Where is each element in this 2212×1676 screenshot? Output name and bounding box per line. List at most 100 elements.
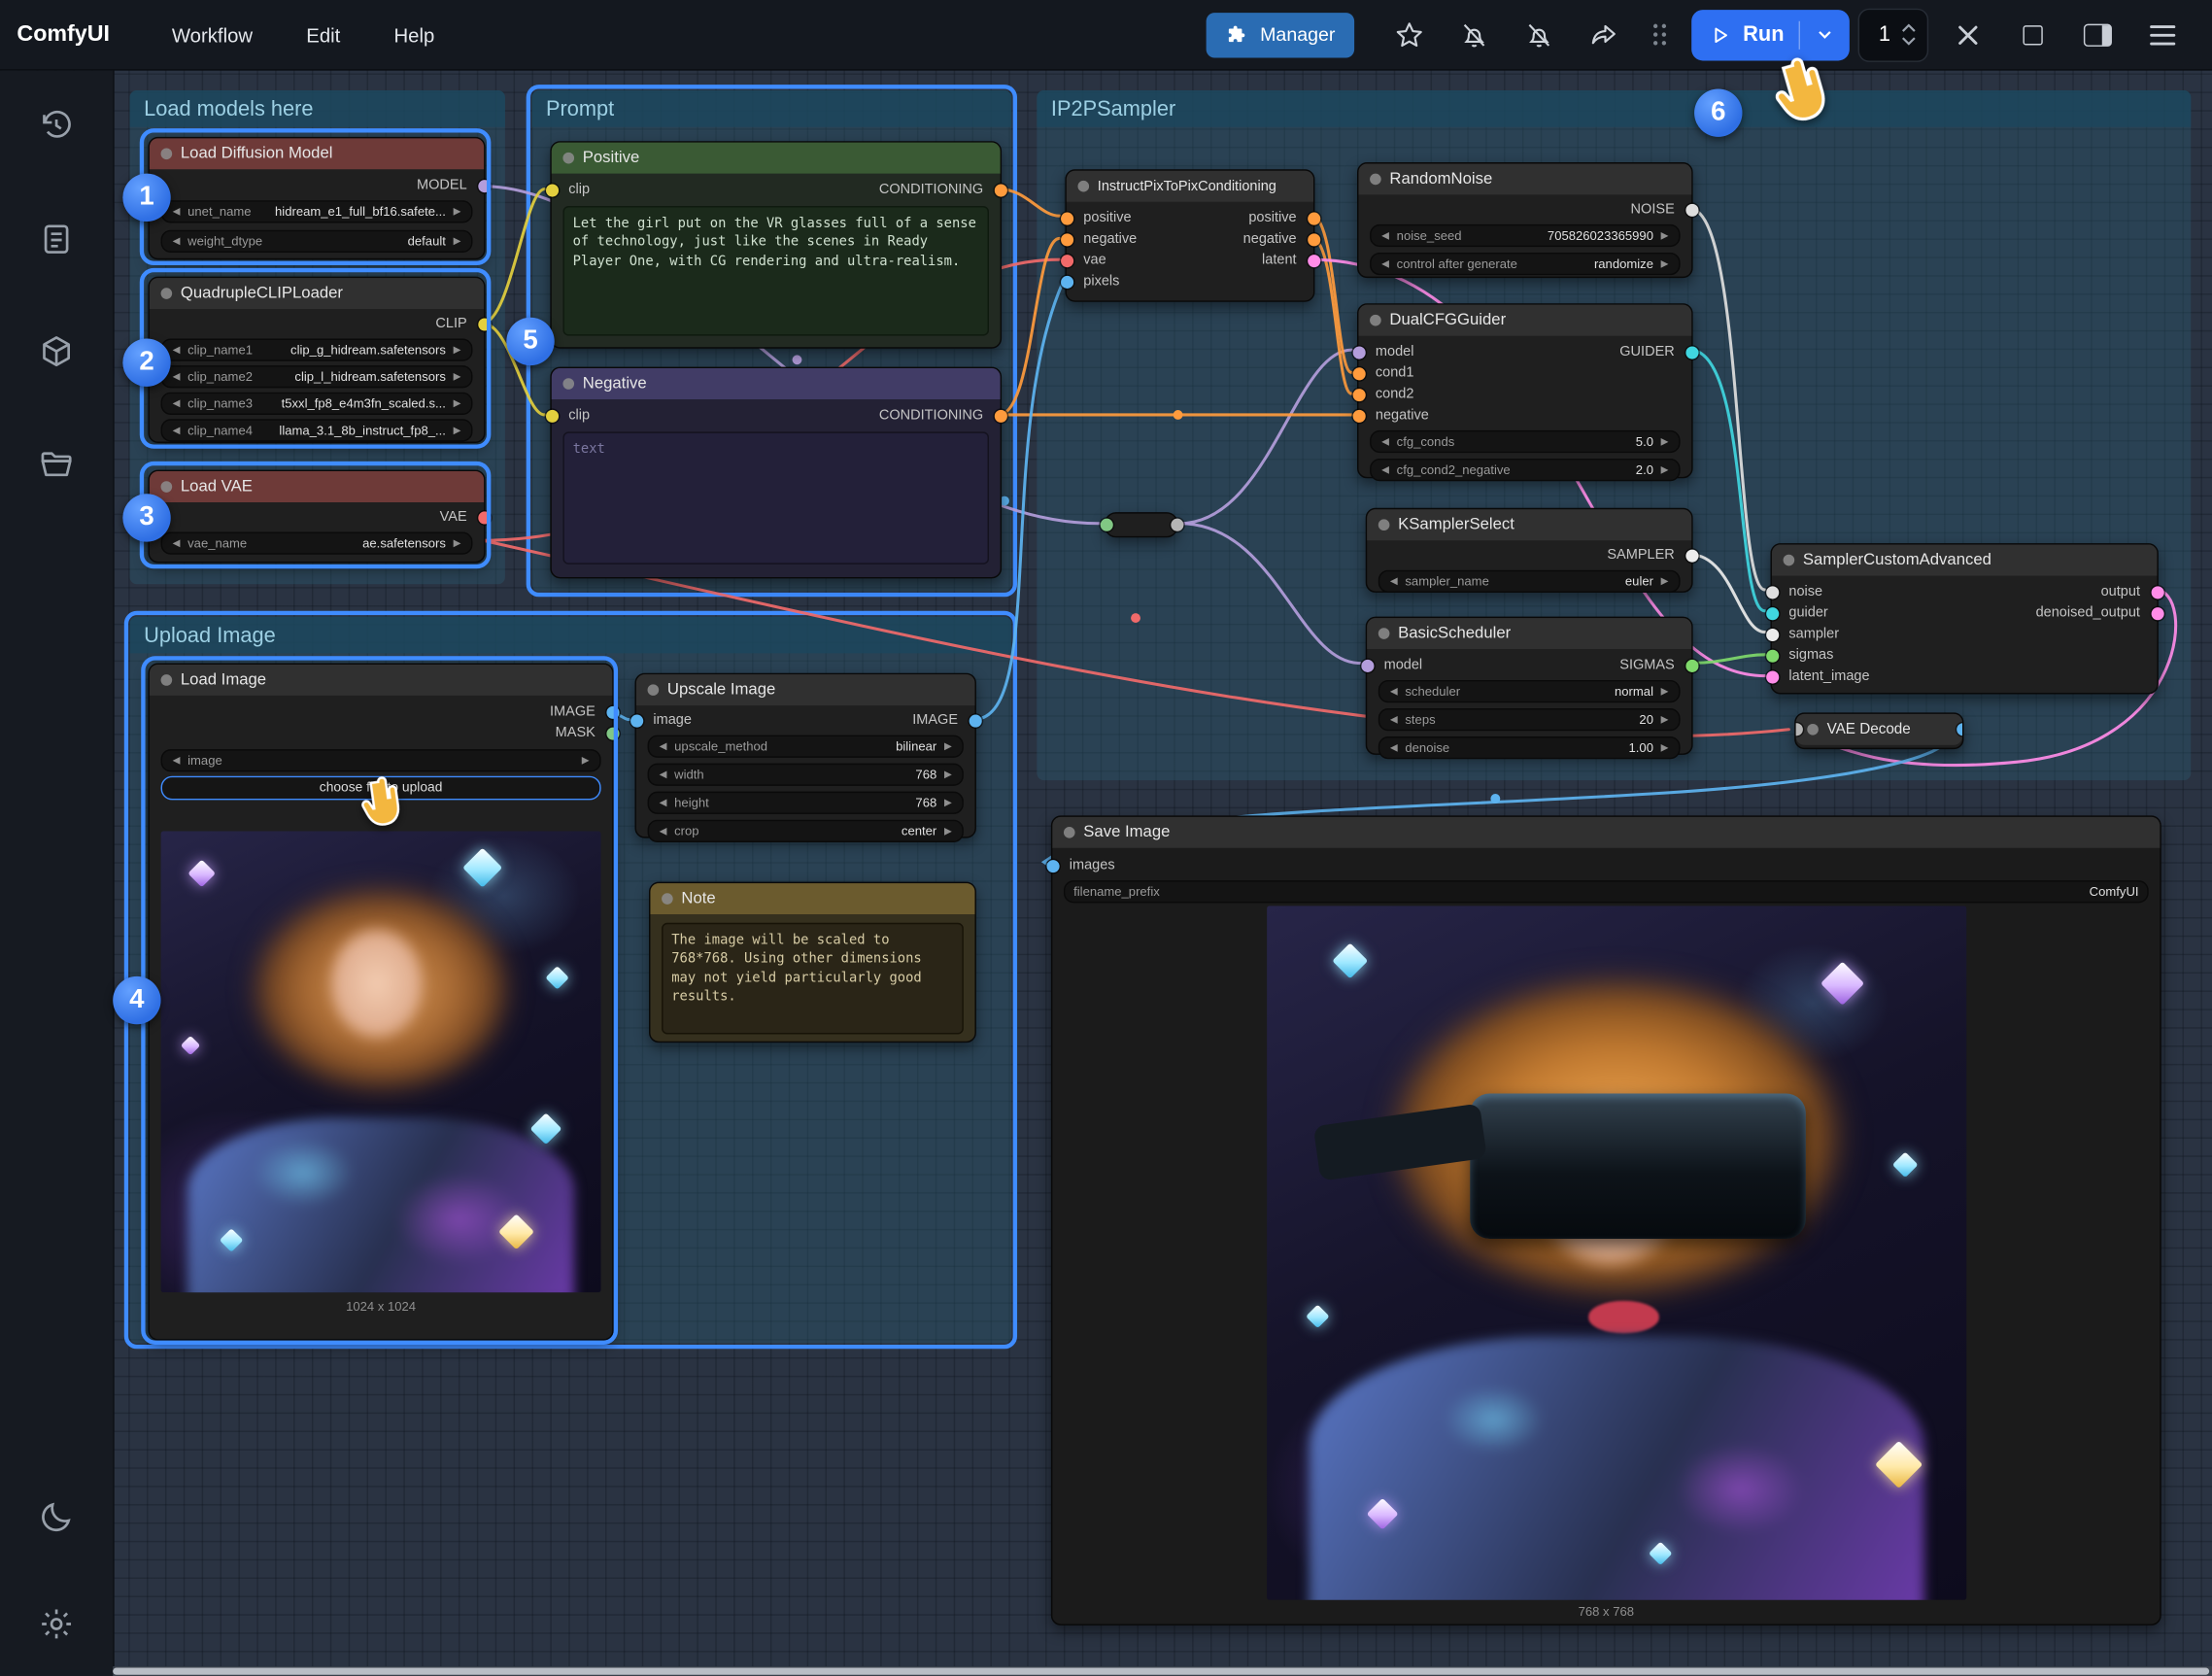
input-port-images[interactable] bbox=[1046, 859, 1059, 872]
grip-dots-icon[interactable] bbox=[1654, 24, 1667, 46]
next-arrow-icon[interactable] bbox=[1659, 254, 1671, 273]
node-header[interactable]: Negative bbox=[552, 368, 1001, 399]
bell-off-icon[interactable] bbox=[1523, 17, 1557, 51]
prev-arrow-icon[interactable] bbox=[1379, 254, 1391, 273]
node-load-vae[interactable]: Load VAE VAE vae_name ae.safetensors bbox=[148, 470, 485, 564]
input-port-model[interactable] bbox=[1352, 346, 1365, 359]
input-port-cond1[interactable] bbox=[1352, 367, 1365, 380]
folder-icon[interactable] bbox=[35, 443, 78, 486]
node-canvas[interactable]: Load models here Prompt Upload Image IP2… bbox=[0, 0, 2212, 1676]
menu-edit[interactable]: Edit bbox=[306, 23, 340, 46]
collapse-dot-icon[interactable] bbox=[1077, 181, 1089, 192]
node-ksampler-select[interactable]: KSamplerSelect SAMPLER sampler_name eule… bbox=[1366, 508, 1693, 593]
prev-arrow-icon[interactable] bbox=[658, 765, 669, 784]
collapse-dot-icon[interactable] bbox=[161, 481, 173, 493]
node-header[interactable]: Note bbox=[650, 883, 974, 914]
widget-scheduler[interactable]: scheduler normal bbox=[1378, 680, 1681, 702]
prompt-textarea[interactable]: Let the girl put on the VR glasses full … bbox=[562, 206, 989, 336]
widget-cfg-cond2-negative[interactable]: cfg_cond2_negative 2.0 bbox=[1370, 459, 1680, 481]
node-upscale-image[interactable]: Upscale Image image IMAGE upscale_method… bbox=[634, 673, 975, 838]
widget-clip-name1[interactable]: clip_name1 clip_g_hidream.safetensors bbox=[161, 339, 473, 361]
input-port-clip[interactable] bbox=[545, 409, 558, 422]
output-port-noise[interactable] bbox=[1685, 203, 1698, 216]
prev-arrow-icon[interactable] bbox=[1388, 709, 1400, 729]
node-header[interactable]: Load Image bbox=[150, 665, 612, 696]
node-header[interactable]: BasicScheduler bbox=[1367, 618, 1691, 649]
output-port-guider[interactable] bbox=[1685, 346, 1698, 359]
input-port-negative[interactable] bbox=[1352, 409, 1365, 422]
bell-off-icon[interactable] bbox=[1458, 17, 1492, 51]
share-icon[interactable] bbox=[1587, 17, 1621, 51]
widget-clip-name4[interactable]: clip_name4 llama_3.1_8b_instruct_fp8_... bbox=[161, 419, 473, 441]
next-arrow-icon[interactable] bbox=[1659, 571, 1671, 591]
node-positive-prompt[interactable]: Positive clip CONDITIONING Let the girl … bbox=[550, 141, 1002, 348]
input-port-positive[interactable] bbox=[1060, 212, 1072, 224]
collapse-dot-icon[interactable] bbox=[161, 148, 173, 159]
collapse-dot-icon[interactable] bbox=[1807, 724, 1819, 735]
prev-arrow-icon[interactable] bbox=[171, 367, 183, 387]
widget-height[interactable]: height 768 bbox=[648, 792, 964, 814]
group-title[interactable]: IP2PSampler bbox=[1037, 90, 2191, 127]
queue-count-box[interactable]: 1 bbox=[1857, 8, 1928, 61]
node-header[interactable]: Load Diffusion Model bbox=[150, 138, 484, 169]
collapse-dot-icon[interactable] bbox=[1064, 827, 1075, 838]
settings-gear-icon[interactable] bbox=[35, 1603, 78, 1646]
prev-arrow-icon[interactable] bbox=[171, 751, 183, 770]
collapse-dot-icon[interactable] bbox=[161, 674, 173, 686]
widget-steps[interactable]: steps 20 bbox=[1378, 708, 1681, 731]
chevron-down-icon[interactable] bbox=[1814, 24, 1835, 46]
node-vae-decode[interactable]: VAE Decode bbox=[1794, 712, 1963, 749]
input-port-noise[interactable] bbox=[1765, 586, 1778, 599]
node-basic-scheduler[interactable]: BasicScheduler model SIGMAS scheduler no… bbox=[1366, 617, 1693, 755]
next-arrow-icon[interactable] bbox=[452, 202, 463, 222]
widget-clip-name2[interactable]: clip_name2 clip_l_hidream.safetensors bbox=[161, 365, 473, 388]
node-header[interactable]: Load VAE bbox=[150, 471, 484, 502]
node-note[interactable]: Note The image will be scaled to 768*768… bbox=[649, 882, 976, 1043]
collapse-dot-icon[interactable] bbox=[562, 153, 574, 164]
next-arrow-icon[interactable] bbox=[1659, 709, 1671, 729]
next-arrow-icon[interactable] bbox=[942, 736, 954, 756]
panel-right-icon[interactable] bbox=[2081, 17, 2115, 51]
input-port-latent-image[interactable] bbox=[1765, 670, 1778, 683]
output-port-output[interactable] bbox=[2151, 586, 2163, 599]
widget-unet-name[interactable]: unet_name hidream_e1_full_bf16.safete... bbox=[161, 200, 473, 222]
node-header[interactable]: Positive bbox=[552, 143, 1001, 174]
next-arrow-icon[interactable] bbox=[942, 765, 954, 784]
prev-arrow-icon[interactable] bbox=[1388, 571, 1400, 591]
widget-control-after-generate[interactable]: control after generate randomize bbox=[1370, 253, 1680, 275]
next-arrow-icon[interactable] bbox=[452, 340, 463, 359]
widget-vae-name[interactable]: vae_name ae.safetensors bbox=[161, 531, 473, 554]
input-port-sampler[interactable] bbox=[1765, 628, 1778, 640]
group-title[interactable]: Prompt bbox=[531, 90, 1011, 127]
input-port-negative[interactable] bbox=[1060, 233, 1072, 246]
input-port-guider[interactable] bbox=[1765, 606, 1778, 619]
history-icon[interactable] bbox=[35, 104, 78, 147]
node-dual-cfg-guider[interactable]: DualCFGGuider model GUIDER cond1 cond2 n… bbox=[1357, 303, 1693, 478]
log-icon[interactable] bbox=[35, 218, 78, 260]
output-port-conditioning[interactable] bbox=[994, 184, 1006, 196]
widget-filename-prefix[interactable]: filename_prefix ComfyUI bbox=[1064, 880, 2149, 903]
widget-sampler-name[interactable]: sampler_name euler bbox=[1378, 570, 1681, 593]
input-port-clip[interactable] bbox=[545, 184, 558, 196]
output-port-latent[interactable] bbox=[1307, 254, 1319, 266]
node-header[interactable]: InstructPixToPixConditioning bbox=[1067, 171, 1313, 202]
node-header[interactable]: Save Image bbox=[1052, 817, 2160, 848]
collapse-dot-icon[interactable] bbox=[1378, 519, 1390, 530]
close-icon[interactable] bbox=[1951, 17, 1985, 51]
output-port-sigmas[interactable] bbox=[1685, 659, 1698, 671]
prev-arrow-icon[interactable] bbox=[171, 340, 183, 359]
prev-arrow-icon[interactable] bbox=[658, 821, 669, 840]
menu-help[interactable]: Help bbox=[393, 23, 434, 46]
node-quadruple-clip-loader[interactable]: QuadrupleCLIPLoader CLIP clip_name1 clip… bbox=[148, 277, 485, 443]
next-arrow-icon[interactable] bbox=[452, 533, 463, 553]
reroute-output-port[interactable] bbox=[1171, 519, 1183, 531]
prev-arrow-icon[interactable] bbox=[658, 736, 669, 756]
output-port-vae[interactable] bbox=[478, 511, 491, 524]
prev-arrow-icon[interactable] bbox=[171, 421, 183, 440]
next-arrow-icon[interactable] bbox=[452, 421, 463, 440]
group-title[interactable]: Upload Image bbox=[130, 617, 1012, 654]
output-port-clip[interactable] bbox=[478, 318, 491, 330]
node-header[interactable]: RandomNoise bbox=[1358, 163, 1691, 194]
widget-upscale-method[interactable]: upscale_method bilinear bbox=[648, 735, 964, 758]
next-arrow-icon[interactable] bbox=[1659, 225, 1671, 245]
